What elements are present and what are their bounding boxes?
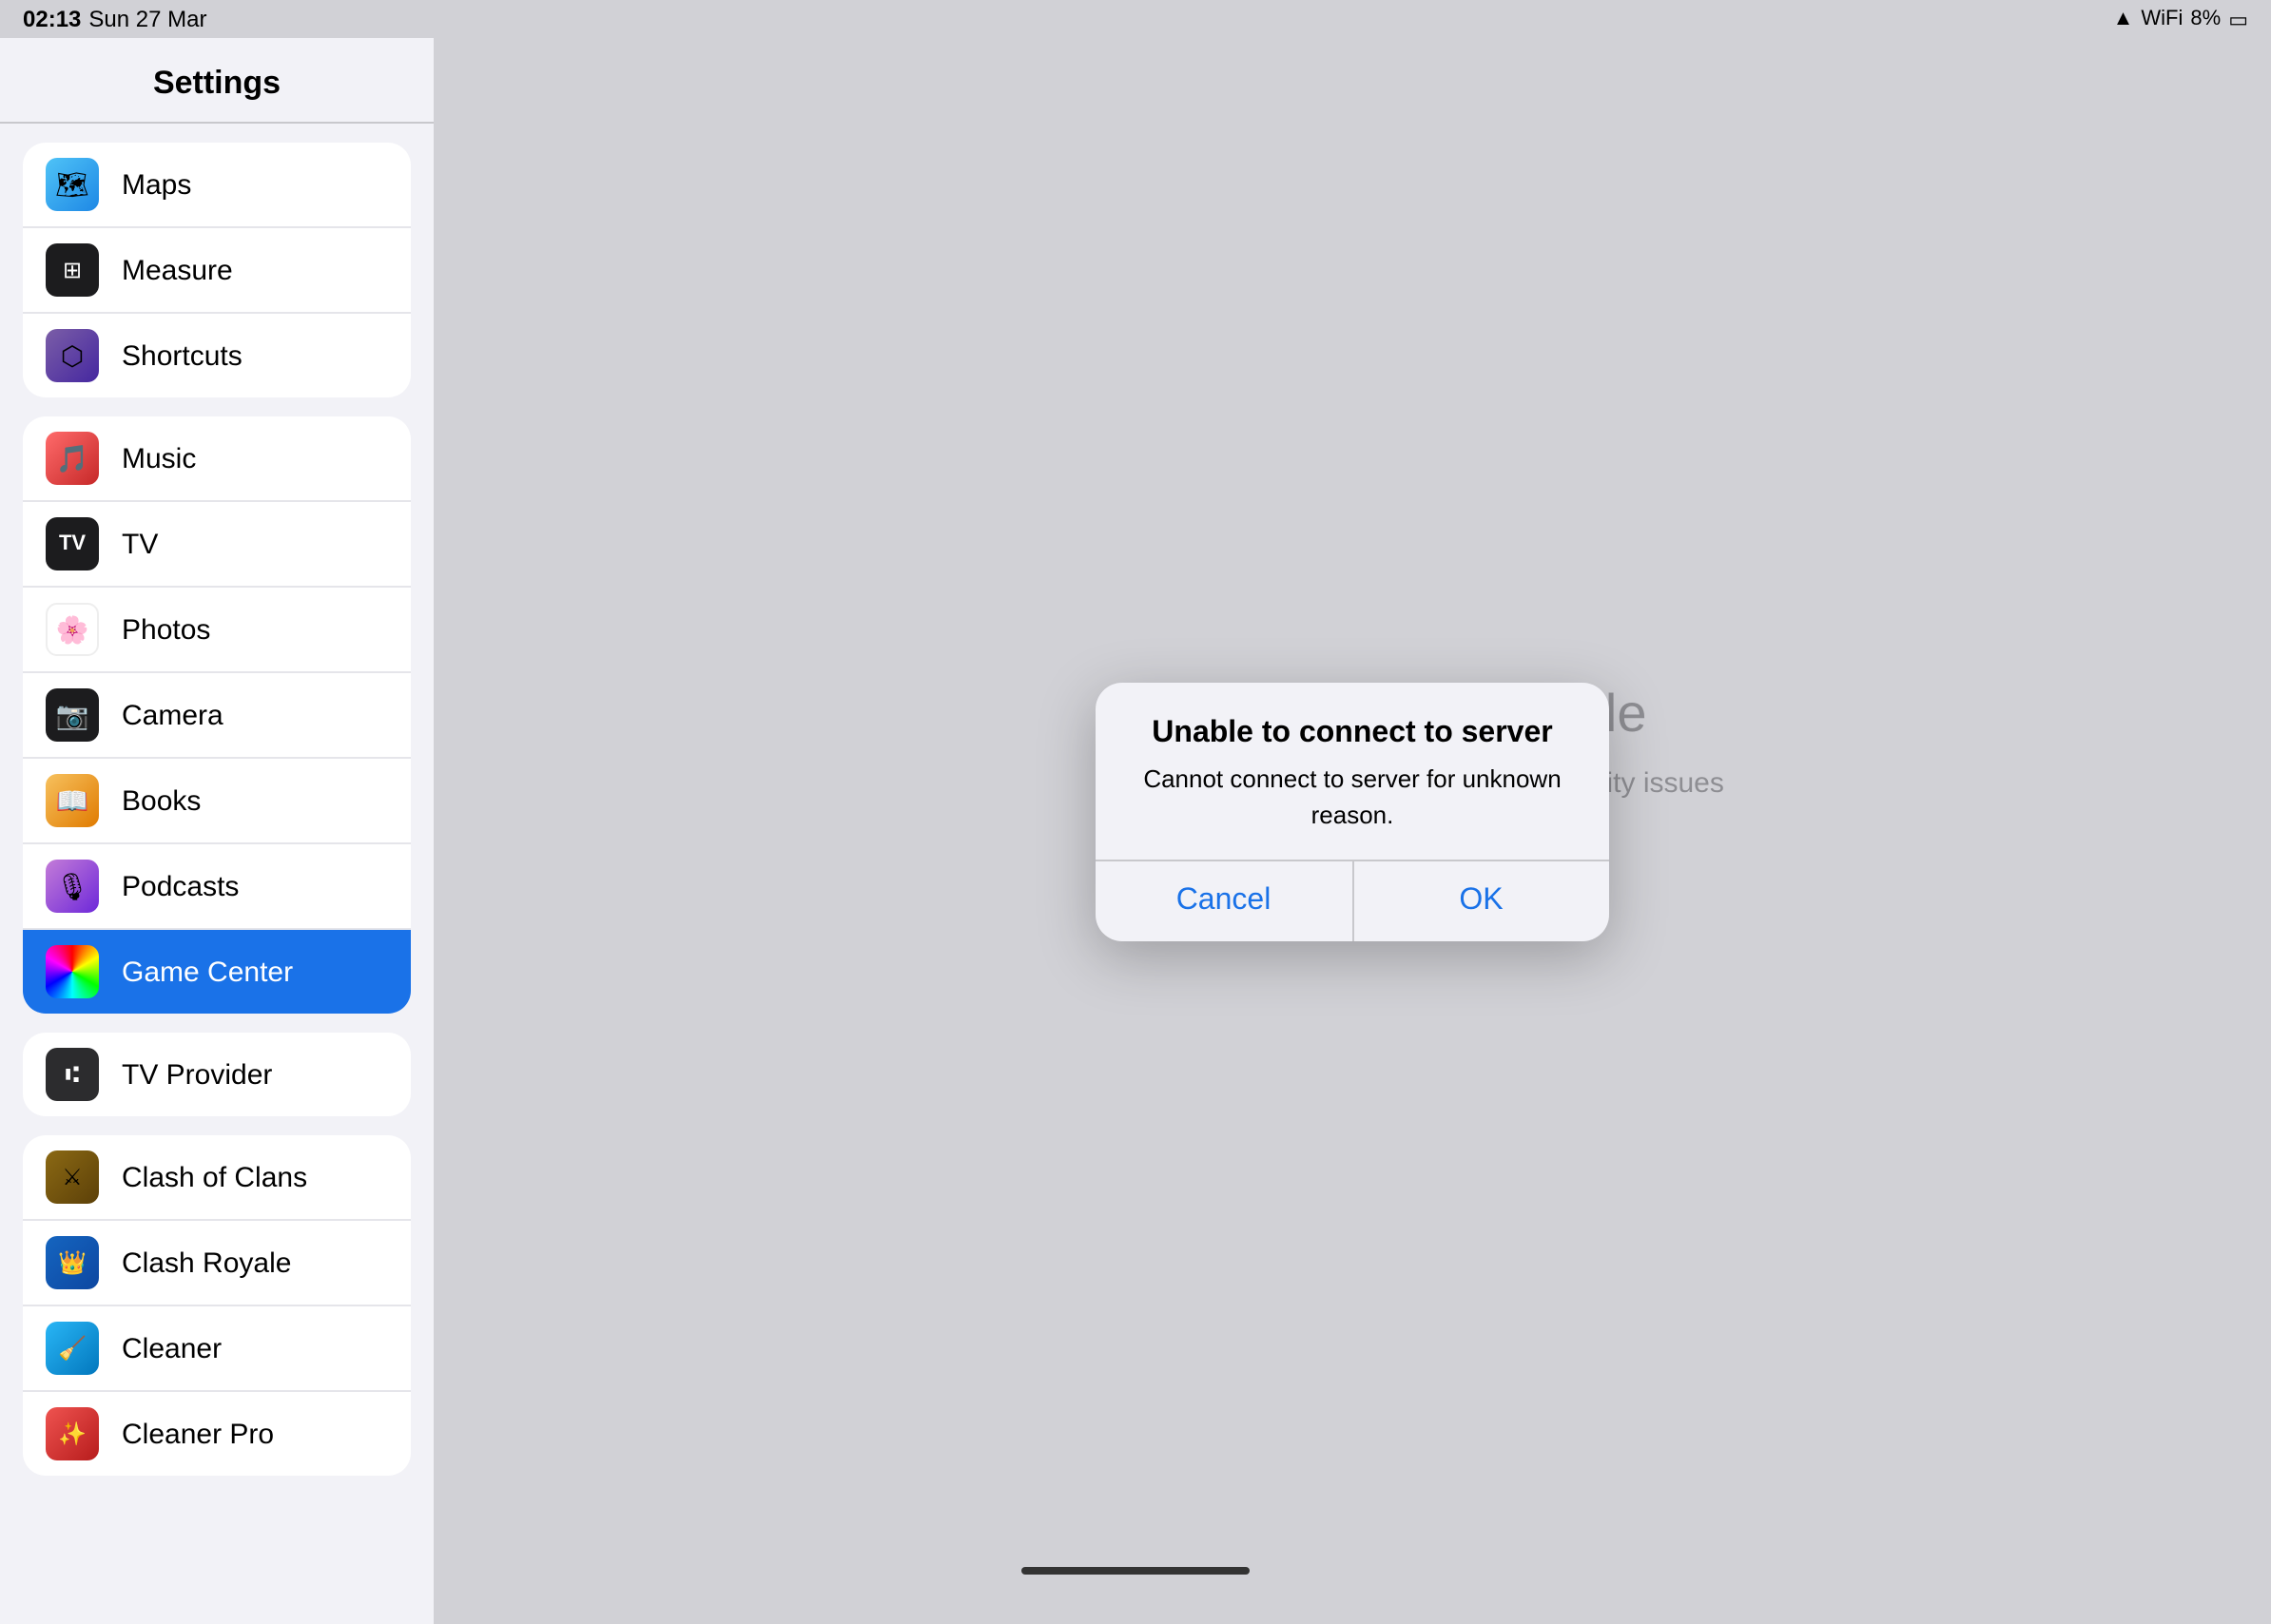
podcasts-icon: 🎙: [46, 860, 99, 913]
sidebar-group-media: 🎵 Music TV TV 🌸 Photos: [23, 416, 411, 1014]
dialog-message: Cannot connect to server for unknown rea…: [1126, 764, 1579, 833]
tv-label: TV: [122, 528, 158, 560]
battery-level: 8%: [2190, 8, 2221, 30]
alert-dialog: Unable to connect to server Cannot conne…: [1096, 684, 1609, 941]
books-icon: 📖: [46, 774, 99, 827]
sidebar-item-cleanerpro[interactable]: ✨ Cleaner Pro: [23, 1392, 411, 1476]
cleanerpro-icon: ✨: [46, 1407, 99, 1460]
sidebar-item-tv[interactable]: TV TV: [23, 502, 411, 588]
cleaner-label: Cleaner: [122, 1332, 222, 1364]
tvprovider-icon: ⑆: [46, 1048, 99, 1101]
status-bar: 02:13 Sun 27 Mar ▲ WiFi 8% ▭: [0, 0, 2271, 38]
sidebar-item-maps[interactable]: 🗺 Maps: [23, 143, 411, 228]
sidebar-group-tvprovider: ⑆ TV Provider: [23, 1033, 411, 1116]
books-label: Books: [122, 784, 201, 817]
sidebar-item-cleaner[interactable]: 🧹 Cleaner: [23, 1306, 411, 1392]
main-content: Not Available ta due to network connecti…: [434, 38, 2271, 1586]
sidebar-item-coc[interactable]: ⚔ Clash of Clans: [23, 1135, 411, 1221]
sidebar-item-shortcuts[interactable]: ⬡ Shortcuts: [23, 314, 411, 397]
coc-label: Clash of Clans: [122, 1161, 307, 1193]
cleaner-icon: 🧹: [46, 1322, 99, 1375]
sidebar-scroll: 🗺 Maps ⊞ Measure ⬡ Shortcuts: [0, 124, 434, 1624]
podcasts-label: Podcasts: [122, 870, 239, 902]
dialog-overlay: Unable to connect to server Cannot conne…: [434, 38, 2271, 1586]
camera-label: Camera: [122, 699, 223, 731]
sidebar-title: Settings: [0, 38, 434, 124]
location-icon: ▲: [2113, 8, 2134, 30]
music-label: Music: [122, 442, 196, 474]
shortcuts-icon: ⬡: [46, 329, 99, 382]
sidebar-item-gamecenter[interactable]: Game Center: [23, 930, 411, 1014]
cleanerpro-label: Cleaner Pro: [122, 1418, 274, 1450]
shortcuts-label: Shortcuts: [122, 339, 243, 372]
sidebar-item-tvprovider[interactable]: ⑆ TV Provider: [23, 1033, 411, 1116]
camera-icon: 📷: [46, 688, 99, 742]
tvprovider-label: TV Provider: [122, 1058, 272, 1091]
tv-icon: TV: [46, 517, 99, 570]
gamecenter-label: Game Center: [122, 956, 293, 988]
dialog-title: Unable to connect to server: [1126, 718, 1579, 752]
dialog-actions: Cancel OK: [1096, 859, 1609, 940]
coc-icon: ⚔: [46, 1150, 99, 1204]
dialog-ok-button[interactable]: OK: [1353, 860, 1609, 940]
sidebar-item-measure[interactable]: ⊞ Measure: [23, 228, 411, 314]
sidebar-item-cr[interactable]: 👑 Clash Royale: [23, 1221, 411, 1306]
cr-icon: 👑: [46, 1236, 99, 1289]
sidebar-item-books[interactable]: 📖 Books: [23, 759, 411, 844]
wifi-icon: WiFi: [2141, 8, 2183, 30]
status-date: Sun 27 Mar: [88, 6, 206, 32]
photos-label: Photos: [122, 613, 210, 646]
sidebar-item-podcasts[interactable]: 🎙 Podcasts: [23, 844, 411, 930]
sidebar-item-music[interactable]: 🎵 Music: [23, 416, 411, 502]
sidebar-item-camera[interactable]: 📷 Camera: [23, 673, 411, 759]
sidebar: Settings 🗺 Maps ⊞ Measure: [0, 38, 434, 1624]
photos-icon: 🌸: [46, 603, 99, 656]
measure-label: Measure: [122, 254, 233, 286]
home-indicator: [1021, 1567, 1250, 1575]
cr-label: Clash Royale: [122, 1247, 291, 1279]
sidebar-group-utilities: 🗺 Maps ⊞ Measure ⬡ Shortcuts: [23, 143, 411, 397]
battery-icon: ▭: [2228, 7, 2248, 31]
dialog-cancel-button[interactable]: Cancel: [1096, 860, 1353, 940]
dialog-body: Unable to connect to server Cannot conne…: [1096, 684, 1609, 860]
sidebar-item-photos[interactable]: 🌸 Photos: [23, 588, 411, 673]
status-time: 02:13: [23, 6, 81, 32]
music-icon: 🎵: [46, 432, 99, 485]
gamecenter-icon: [46, 945, 99, 998]
status-icons: ▲ WiFi 8% ▭: [2113, 7, 2248, 31]
maps-icon: 🗺: [46, 158, 99, 211]
sidebar-group-apps: ⚔ Clash of Clans 👑 Clash Royale 🧹 Cleane…: [23, 1135, 411, 1476]
maps-label: Maps: [122, 168, 191, 201]
measure-icon: ⊞: [46, 243, 99, 297]
